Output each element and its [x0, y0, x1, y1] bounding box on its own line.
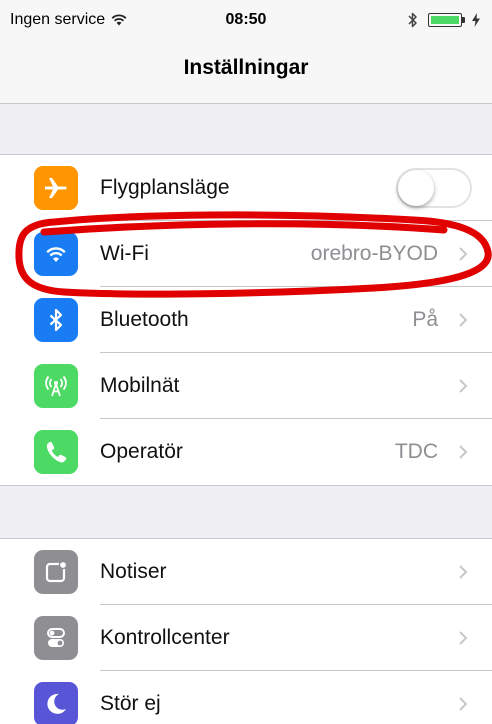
bluetooth-icon [408, 12, 417, 28]
status-bar: Ingen service 08:50 [0, 0, 492, 40]
wifi-icon [34, 232, 78, 276]
charging-bolt-icon [472, 13, 480, 27]
bluetooth-icon [34, 298, 78, 342]
toggle-knob[interactable] [398, 170, 434, 206]
settings-group-connectivity: Flygplansläge Wi-Fi orebro-BYOD Bluetoot… [0, 154, 492, 486]
battery-icon [428, 13, 465, 27]
notifications-icon [34, 550, 78, 594]
settings-row-carrier[interactable]: Operatör TDC [0, 419, 492, 485]
settings-row-label: Wi-Fi [100, 242, 149, 265]
settings-row-label: Mobilnät [100, 374, 180, 397]
control-center-icon [34, 616, 78, 660]
settings-row-label: Operatör [100, 440, 183, 463]
settings-row-label: Stör ej [100, 692, 161, 715]
chevron-right-icon [459, 445, 468, 459]
antenna-icon [34, 364, 78, 408]
settings-row-notifications[interactable]: Notiser [0, 539, 492, 605]
settings-row-detail: orebro-BYOD [310, 242, 438, 265]
settings-row-label: Kontrollcenter [100, 626, 230, 649]
settings-screen: Ingen service 08:50 Inställningar Flygpl… [0, 0, 492, 724]
moon-icon [34, 682, 78, 724]
settings-row-bluetooth[interactable]: Bluetooth På [0, 287, 492, 353]
top-bar: Ingen service 08:50 Inställningar [0, 0, 492, 104]
chevron-right-icon [459, 631, 468, 645]
battery-cap [462, 17, 465, 23]
settings-group-system: Notiser Kontrollcenter Stör ej [0, 538, 492, 724]
chevron-right-icon [459, 313, 468, 327]
settings-row-label: Notiser [100, 560, 167, 583]
settings-row-detail: På [412, 308, 438, 331]
chevron-right-icon [459, 565, 468, 579]
settings-row-do-not-disturb[interactable]: Stör ej [0, 671, 492, 724]
settings-row-wifi[interactable]: Wi-Fi orebro-BYOD [0, 221, 492, 287]
settings-row-control-center[interactable]: Kontrollcenter [0, 605, 492, 671]
settings-row-label: Flygplansläge [100, 176, 230, 199]
chevron-right-icon [459, 697, 468, 711]
settings-row-cellular[interactable]: Mobilnät [0, 353, 492, 419]
chevron-right-icon [459, 247, 468, 261]
settings-row-airplane[interactable]: Flygplansläge [0, 155, 492, 221]
status-right [408, 12, 480, 28]
battery-fill [431, 16, 459, 24]
airplane-icon [34, 166, 78, 210]
phone-icon [34, 430, 78, 474]
airplane-mode-toggle[interactable] [396, 168, 472, 208]
settings-row-detail: TDC [394, 440, 438, 463]
chevron-right-icon [459, 379, 468, 393]
settings-row-label: Bluetooth [100, 308, 189, 331]
page-title: Inställningar [183, 56, 309, 79]
